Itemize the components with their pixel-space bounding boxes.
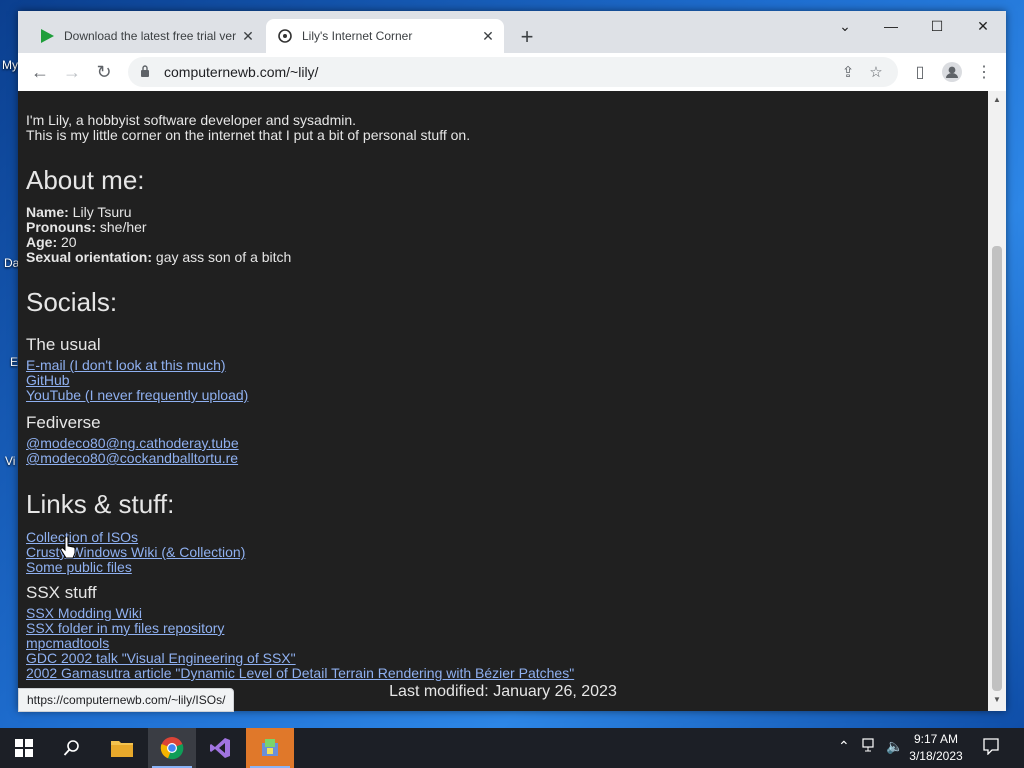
orientation-value: gay ass son of a bitch [152,249,292,265]
status-bubble: https://computernewb.com/~lily/ISOs/ [18,688,235,712]
intro-line: This is my little corner on the internet… [26,127,471,143]
about-details: Name: Lily Tsuru Pronouns: she/her Age: … [26,205,291,265]
intro: I'm Lily, a hobbyist software developer … [26,113,470,143]
site-favicon-icon [276,27,294,45]
desktop-icon-label[interactable]: E [10,355,18,369]
public-files-link[interactable]: Some public files [26,560,245,575]
vertical-scrollbar[interactable]: ▲ ▼ [988,91,1006,711]
socials-heading: Socials: [26,287,118,317]
fediverse-link[interactable]: @modeco80@ng.cathoderay.tube [26,436,239,451]
web-page: I'm Lily, a hobbyist software developer … [18,91,988,711]
ssx-link[interactable]: SSX folder in my files repository [26,621,574,636]
maximize-button[interactable]: ☐ [914,11,960,41]
tab-title: Download the latest free trial ver [64,29,237,43]
clock-time: 9:17 AM [913,732,959,746]
profile-icon[interactable] [939,59,965,85]
chevron-up-icon[interactable]: ⌃ [838,738,850,755]
installer-app-icon[interactable] [246,728,294,768]
age-label: Age: [26,234,58,250]
youtube-link[interactable]: YouTube (I never frequently upload) [26,388,248,403]
desktop-icon-label[interactable]: My [2,58,18,72]
ssx-links: SSX Modding Wiki SSX folder in my files … [26,606,574,681]
windows-icon [15,739,33,757]
play-icon [38,27,56,45]
forward-icon[interactable]: → [59,59,85,85]
links-heading: Links & stuff: [26,489,175,519]
scroll-down-icon[interactable]: ▼ [992,695,1002,707]
age-value: 20 [57,234,77,250]
browser-window: Download the latest free trial ver ✕ Lil… [18,11,1006,712]
fediverse-links: @modeco80@ng.cathoderay.tube @modeco80@c… [26,436,239,466]
notification-icon[interactable] [982,737,1000,758]
tab-strip: Download the latest free trial ver ✕ Lil… [18,11,1006,53]
name-label: Name: [26,204,69,220]
ssx-link[interactable]: SSX Modding Wiki [26,606,574,621]
email-link[interactable]: E-mail (I don't look at this much) [26,358,248,373]
fediverse-link[interactable]: @modeco80@cockandballtortu.re [26,451,239,466]
ssx-link[interactable]: GDC 2002 talk "Visual Engineering of SSX… [26,651,574,666]
start-button[interactable] [0,728,48,768]
new-tab-button[interactable]: + [514,24,540,50]
crusty-windows-link[interactable]: Crusty Windows Wiki (& Collection) [26,545,245,560]
bookmark-star-icon[interactable]: ☆ [862,58,890,86]
reload-icon[interactable]: ↻ [91,59,117,85]
close-icon[interactable]: ✕ [238,26,258,46]
tab-search-icon[interactable]: ⌄ [822,11,868,41]
clock[interactable]: 9:17 AM 3/18/2023 [906,731,966,765]
visual-studio-icon[interactable] [196,728,244,768]
pronouns-label: Pronouns: [26,219,96,235]
toolbar: ← → ↻ computernewb.com/~lily/ ⇪ ☆ ▯ ⋮ [18,53,1006,92]
main-links: Collection of ISOs Crusty Windows Wiki (… [26,530,245,575]
back-icon[interactable]: ← [27,59,53,85]
side-panel-icon[interactable]: ▯ [907,59,933,85]
close-window-button[interactable]: ✕ [960,11,1006,41]
github-link[interactable]: GitHub [26,373,248,388]
share-icon[interactable]: ⇪ [834,58,862,86]
tab-lily[interactable]: Lily's Internet Corner ✕ [266,19,504,53]
clock-date: 3/18/2023 [909,749,963,763]
file-explorer-icon[interactable] [98,728,146,768]
pronouns-value: she/her [96,219,147,235]
scroll-thumb[interactable] [992,246,1002,691]
chrome-icon[interactable] [148,728,196,768]
ssx-link[interactable]: mpcmadtools [26,636,574,651]
minimize-button[interactable]: — [868,11,914,41]
orientation-label: Sexual orientation: [26,249,153,265]
lock-icon[interactable] [140,64,156,80]
tab-title: Lily's Internet Corner [302,29,413,43]
close-icon[interactable]: ✕ [478,26,498,46]
hand-cursor-icon [60,536,76,562]
volume-icon[interactable]: 🔈 [886,738,903,755]
about-heading: About me: [26,165,145,195]
taskbar: ⌃ 🔈 9:17 AM 3/18/2023 [0,728,1024,768]
isos-link[interactable]: Collection of ISOs [26,530,245,545]
tab-download[interactable]: Download the latest free trial ver ✕ [28,19,264,53]
scroll-up-icon[interactable]: ▲ [992,95,1002,107]
menu-icon[interactable]: ⋮ [971,59,997,85]
ssx-link[interactable]: 2002 Gamasutra article "Dynamic Level of… [26,666,574,681]
name-value: Lily Tsuru [68,204,132,220]
usual-heading: The usual [26,335,101,354]
fediverse-heading: Fediverse [26,413,101,432]
usual-links: E-mail (I don't look at this much) GitHu… [26,358,248,403]
desktop-icon-label[interactable]: Vi [5,454,15,468]
network-icon[interactable] [862,738,878,755]
intro-line: I'm Lily, a hobbyist software developer … [26,112,357,128]
address-bar[interactable]: computernewb.com/~lily/ ⇪ ☆ [128,57,898,87]
ssx-heading: SSX stuff [26,583,97,602]
url-text[interactable]: computernewb.com/~lily/ [164,64,834,80]
search-icon[interactable] [48,728,96,768]
